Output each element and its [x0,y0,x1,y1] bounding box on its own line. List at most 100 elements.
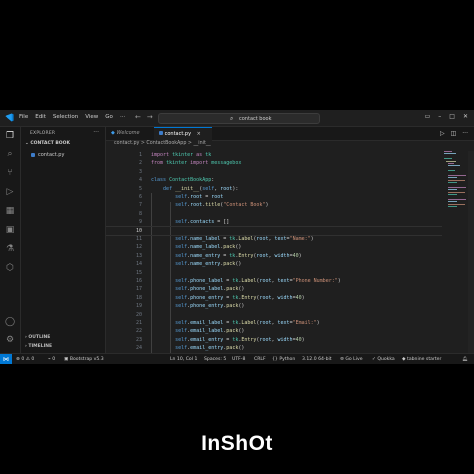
code-line[interactable]: 22 self.email_label.pack() [106,327,442,335]
code-line[interactable]: 16 self.phone_label = tk.Label(root, tex… [106,277,442,285]
explorer-icon[interactable]: ❐ [5,131,15,141]
menu-selection[interactable]: Selection [53,114,78,120]
code-line[interactable]: 1 import tkinter as tk [106,151,442,159]
minimap-line [448,179,465,181]
back-arrow-icon[interactable]: ← [135,113,141,121]
account-icon[interactable]: ◯ [5,317,15,327]
split-editor-icon[interactable]: ◫ [451,130,457,137]
sidebar-title: EXPLORER [30,131,56,136]
go-live-status[interactable]: ⊚ Go Live [340,357,363,362]
code-line[interactable]: 5 def __init__(self, root): [106,185,442,193]
code-text: import tkinter as tk [151,152,212,158]
close-window-icon[interactable]: ✕ [463,113,468,120]
notifications-bell-icon[interactable]: 🔔︎ [462,357,468,362]
menu-go[interactable]: Go [105,114,113,120]
interpreter-status[interactable]: 3.12.0 64-bit [302,357,332,362]
close-tab-icon[interactable]: × [197,131,201,137]
code-line[interactable]: 17 self.phone_label.pack() [106,285,442,293]
line-number: 20 [135,311,142,318]
code-line[interactable]: 13 self.name_entry = tk.Entry(root, widt… [106,252,442,260]
minimize-icon[interactable]: – [438,113,441,120]
maximize-icon[interactable]: □ [449,113,455,120]
minimap-line [448,175,466,176]
code-line[interactable]: 6 self.root = root [106,193,442,201]
code-editor[interactable]: 1 import tkinter as tk 2 from tkinter impor… [106,151,442,353]
tab-contact-py[interactable]: contact.py × [154,127,212,141]
file-name: contact.py [38,152,65,158]
code-text: self.name_label = tk.Label(root, text="N… [175,236,314,242]
folder-contact-book[interactable]: ⌄ CONTACT BOOK [25,141,70,146]
testing-icon[interactable]: ⚗ [5,244,15,254]
minimap[interactable] [442,151,468,211]
code-line[interactable]: 14 self.name_entry.pack() [106,260,442,268]
folder-name: CONTACT BOOK [30,141,70,146]
menu-edit[interactable]: Edit [35,114,46,120]
line-number: 16 [135,278,142,284]
manage-gear-icon[interactable]: ⚙ [5,335,15,345]
code-line[interactable]: 4 class ContactBookApp: [106,176,442,184]
code-line[interactable]: 18 self.phone_entry = tk.Entry(root, wid… [106,294,442,302]
code-line[interactable]: 21 self.email_label = tk.Label(root, tex… [106,319,442,327]
code-text: self.name_entry.pack() [175,261,242,268]
eol-status[interactable]: CRLF [254,357,266,362]
code-line[interactable]: 10 [106,225,442,237]
source-control-icon[interactable]: ⑂ [5,168,15,178]
tabnine-status[interactable]: ◆ tabnine starter [402,357,441,362]
problems-status[interactable]: ⊗ 0 ⚠ 0 [16,357,34,362]
line-number: 3 [138,168,142,175]
bootstrap-status[interactable]: ▣ Bootstrap v5.3 [64,357,104,362]
file-item-contact-py[interactable]: contact.py [31,152,64,158]
code-line[interactable]: 7 self.root.title("Contact Book") [106,201,442,209]
code-line[interactable]: 23 self.email_entry = tk.Entry(root, wid… [106,336,442,344]
code-line[interactable]: 2 from tkinter import messagebox [106,159,442,167]
breadcrumb[interactable]: contact.py > ContactBookApp > __init__ [114,141,211,146]
outline-section[interactable]: › OUTLINE [25,335,50,340]
forward-arrow-icon[interactable]: → [147,113,153,121]
activity-bar: ❐ ⌕ ⑂ ▷ ▦ ▣ ⚗ ⬡ ◯ ⚙ [0,127,21,353]
extension-view-icon[interactable]: ⬡ [5,263,15,273]
extensions-icon[interactable]: ▦ [5,206,15,216]
editor-area: ◆ Welcome contact.py × ▷ ◫ ··· contact.p… [106,127,474,353]
code-text: from tkinter import messagebox [151,160,242,167]
code-line[interactable]: 9 self.contacts = [] [106,218,442,226]
code-line[interactable]: 8 [106,210,442,218]
minimap-line [448,189,458,191]
language-status[interactable]: {} Python [272,357,295,362]
run-python-icon[interactable]: ▷ [440,130,445,137]
encoding-status[interactable]: UTF-8 [232,357,245,362]
tab-bar: ◆ Welcome contact.py × ▷ ◫ ··· [106,127,474,141]
code-line[interactable]: 12 self.name_label.pack() [106,243,442,251]
code-text: self.contacts = [] [175,219,230,226]
minimap-line [448,165,461,167]
sidebar-more-icon[interactable]: ··· [93,129,99,136]
code-text: self.email_label = tk.Label(root, text="… [175,320,320,326]
code-text: self.name_label.pack() [175,244,242,251]
run-debug-icon[interactable]: ▷ [5,187,15,197]
remote-explorer-icon[interactable]: ▣ [5,225,15,235]
indentation-status[interactable]: Spaces: 5 [204,357,226,362]
code-line[interactable]: 11 self.name_label = tk.Label(root, text… [106,235,442,243]
layout-icon[interactable]: ▭ [425,113,431,120]
code-line[interactable]: 24 self.email_entry.pack() [106,344,442,352]
remote-indicator-icon[interactable]: ⋈ [0,354,12,364]
more-actions-icon[interactable]: ··· [462,130,468,137]
code-line[interactable]: 15 [106,269,442,277]
code-line[interactable]: 3 [106,168,442,176]
quokka-status[interactable]: ✓ Quokka [372,357,395,362]
ports-count: 0 [52,356,56,362]
menu-more[interactable]: ··· [120,114,125,120]
command-center-search[interactable]: ⌕ contact book [158,113,320,124]
cursor-position[interactable]: Ln 10, Col 1 [170,357,197,362]
minimap-line [444,158,453,160]
timeline-section[interactable]: › TIMELINE [25,344,52,349]
code-line[interactable]: 19 self.phone_entry.pack() [106,302,442,310]
menu-view[interactable]: View [85,114,98,120]
menu-file[interactable]: File [19,114,28,120]
search-view-icon[interactable]: ⌕ [5,149,15,159]
tab-welcome[interactable]: ◆ Welcome [106,127,156,140]
ports-status[interactable]: ⌁ 0 [48,357,55,362]
explorer-sidebar: EXPLORER ··· ⌄ CONTACT BOOK contact.py ›… [21,127,106,353]
code-line[interactable]: 20 [106,311,442,319]
line-number: 4 [138,177,142,184]
vertical-scrollbar[interactable] [468,151,474,353]
